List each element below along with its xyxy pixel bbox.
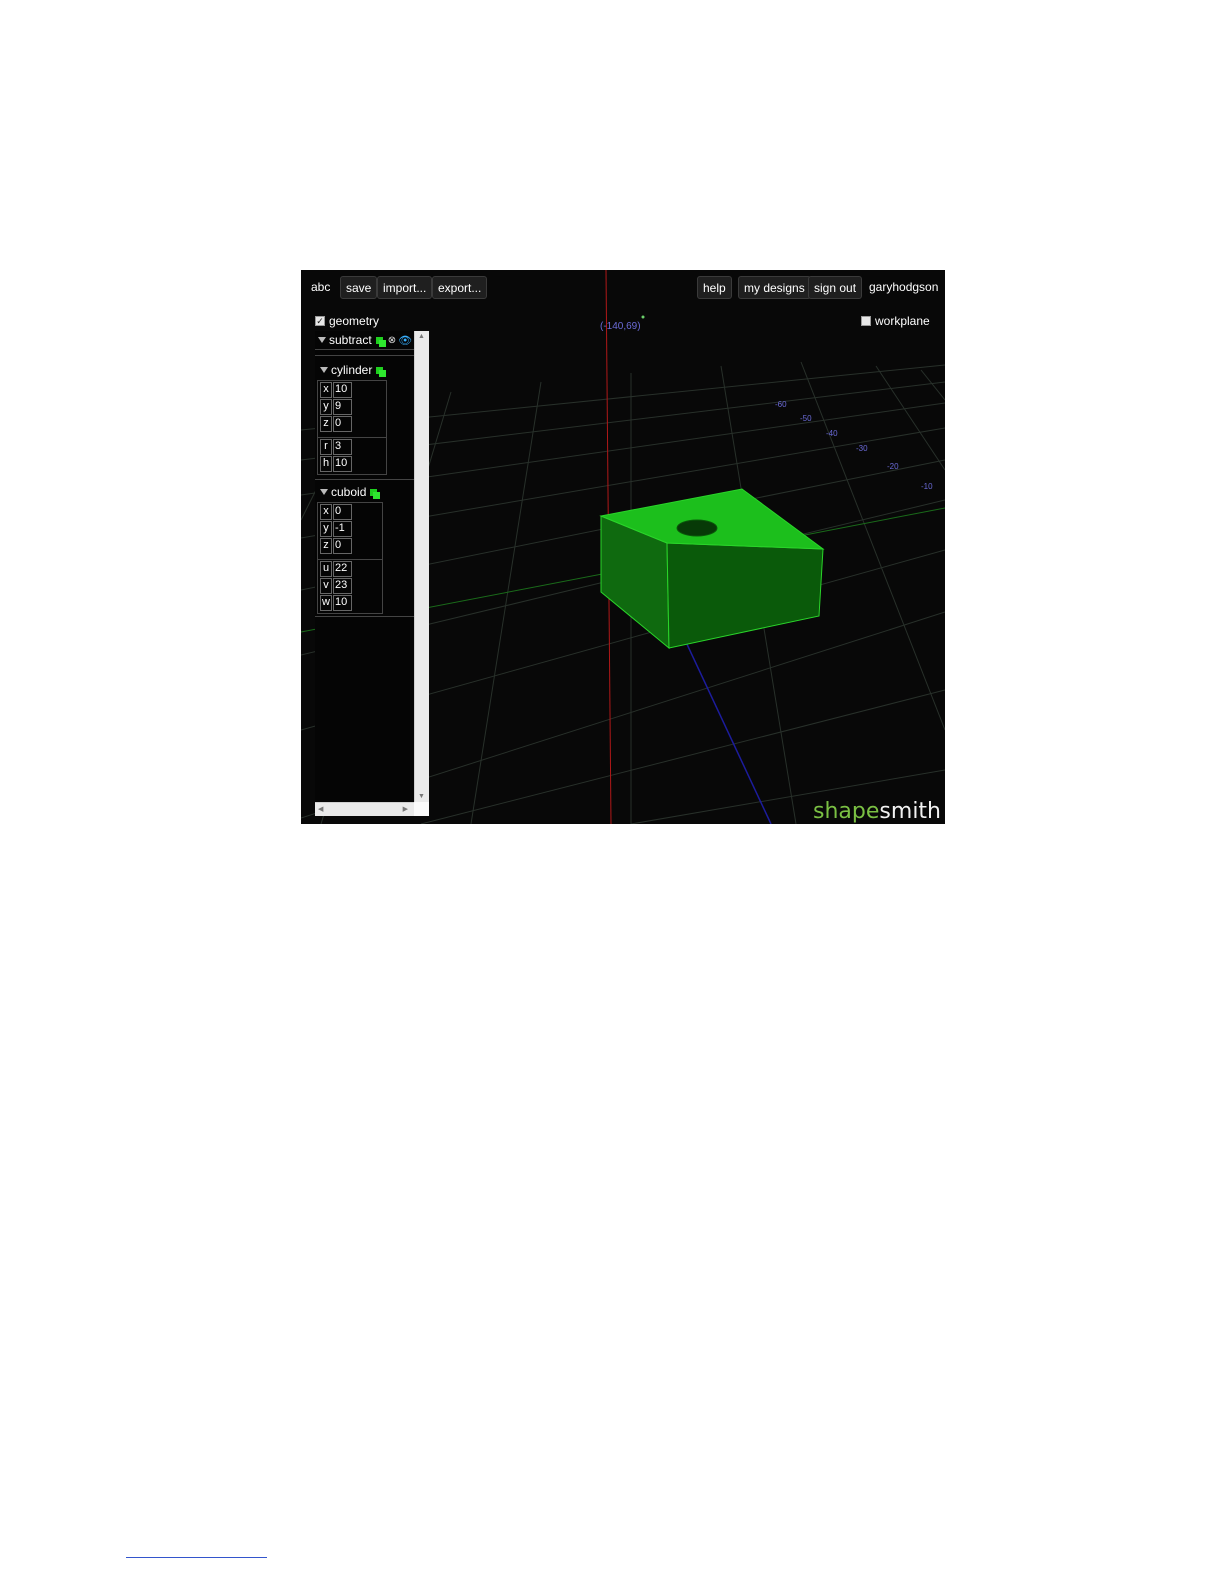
param-value-y[interactable]: 9: [333, 399, 352, 415]
edit-icon[interactable]: [376, 366, 387, 377]
param-key-h: h: [320, 456, 332, 472]
axis-tick-label: -40: [826, 429, 838, 438]
param-value-x[interactable]: 0: [333, 504, 352, 520]
edit-icon[interactable]: [370, 488, 381, 499]
param-key-z: z: [320, 538, 332, 554]
position-group: x 10 y9 z0: [318, 382, 386, 434]
geometry-checkbox[interactable]: ✓: [315, 316, 325, 326]
subtract-solid[interactable]: [599, 488, 825, 650]
geometry-toggle[interactable]: ✓ geometry: [315, 314, 379, 328]
node-label: cuboid: [331, 485, 367, 499]
dimension-group: r3 h 10: [318, 439, 386, 474]
expand-triangle-icon[interactable]: [320, 489, 328, 495]
position-group: x0 y -1 z0: [318, 504, 382, 556]
username-label: garyhodgson: [869, 280, 939, 294]
axis-tick-label: -50: [800, 414, 812, 423]
tree-divider: [315, 350, 414, 356]
param-key-z: z: [320, 416, 332, 432]
cuboid-right-face: [666, 542, 824, 649]
shapesmith-app: -60 -50 -40 -30 -20 -10 abc save import.…: [301, 270, 945, 824]
cuboid-header[interactable]: cuboid: [317, 484, 383, 500]
param-value-z[interactable]: 0: [333, 416, 352, 432]
expand-triangle-icon[interactable]: [320, 367, 328, 373]
scroll-up-arrow-icon[interactable]: ▲: [418, 333, 425, 340]
tree-node-cuboid[interactable]: cuboid x0 y -1 z0 u 22 v 23 w 10: [317, 484, 383, 614]
param-key-y: y: [320, 399, 332, 415]
param-key-w: w: [320, 595, 332, 611]
param-value-w[interactable]: 10: [333, 595, 352, 611]
param-key-x: x: [320, 382, 332, 398]
cylinder-header[interactable]: cylinder: [317, 362, 387, 378]
logo-part-shape: shape: [813, 799, 880, 824]
horizontal-scrollbar[interactable]: ◀ ▶: [315, 802, 414, 816]
scroll-right-arrow-icon[interactable]: ▶: [403, 805, 408, 813]
param-key-x: x: [320, 504, 332, 520]
design-name[interactable]: abc: [309, 276, 332, 299]
save-button[interactable]: save: [340, 276, 378, 299]
geometry-tree: subtract ⊗ 👁 cylinder x 10 y9 z0 r 3 h 1…: [315, 331, 414, 802]
param-key-u: u: [320, 561, 332, 577]
scroll-down-arrow-icon[interactable]: ▼: [418, 793, 425, 800]
cursor-marker: [641, 315, 645, 319]
cursor-coordinates: (-140,69): [600, 321, 641, 332]
import-button[interactable]: import...: [377, 276, 433, 299]
node-label: cylinder: [331, 363, 373, 377]
param-value-u[interactable]: 22: [333, 561, 352, 577]
param-value-v[interactable]: 23: [333, 578, 352, 594]
param-key-v: v: [320, 578, 332, 594]
shapesmith-logo: shapesmith: [813, 799, 941, 824]
vertical-scrollbar[interactable]: ▲ ▼: [414, 331, 429, 802]
export-button[interactable]: export...: [432, 276, 488, 299]
cylinder-params: x 10 y9 z0 r3 h 10: [317, 380, 387, 475]
axis-tick-label: -60: [775, 400, 787, 409]
cuboid-params: x0 y -1 z0 u 22 v 23 w 10: [317, 502, 383, 614]
dimension-group: u 22 v 23 w 10: [318, 561, 382, 613]
cylinder-hole: [676, 519, 718, 537]
my-designs-button[interactable]: my designs: [738, 276, 811, 299]
sign-out-button[interactable]: sign out: [808, 276, 863, 299]
edit-icon[interactable]: [375, 336, 386, 347]
axis-tick-label: -20: [887, 462, 899, 471]
tree-node-cylinder[interactable]: cylinder x 10 y9 z0 r3 h 10: [317, 362, 387, 475]
footnote-separator: [126, 1557, 267, 1558]
logo-part-smith: smith: [879, 799, 941, 824]
scroll-left-arrow-icon[interactable]: ◀: [318, 805, 323, 813]
axis-tick-label: -10: [921, 482, 933, 491]
help-button[interactable]: help: [697, 276, 732, 299]
geometry-tree-panel[interactable]: subtract ⊗ 👁 cylinder x 10 y9 z0 r 3 h 1…: [315, 331, 429, 816]
param-value-z[interactable]: 0: [333, 538, 352, 554]
workplane-toggle[interactable]: workplane: [861, 314, 930, 328]
visibility-eye-icon[interactable]: 👁: [398, 334, 412, 347]
param-key-r: r: [320, 439, 332, 455]
param-value-r[interactable]: 3: [333, 439, 352, 455]
tree-node-subtract[interactable]: subtract ⊗ 👁: [315, 332, 414, 350]
param-value-y[interactable]: -1: [333, 521, 352, 537]
param-value-h[interactable]: 10: [333, 456, 352, 472]
delete-icon[interactable]: ⊗: [388, 335, 396, 346]
workplane-label: workplane: [875, 314, 930, 328]
axis-tick-label: -30: [856, 444, 868, 453]
axis-tick-labels: -60 -50 -40 -30 -20 -10: [775, 400, 933, 491]
param-key-y: y: [320, 521, 332, 537]
geometry-label: geometry: [329, 314, 380, 328]
param-value-x[interactable]: 10: [333, 382, 352, 398]
workplane-checkbox[interactable]: [861, 316, 871, 326]
node-label: subtract: [329, 333, 372, 347]
expand-triangle-icon[interactable]: [318, 337, 326, 343]
